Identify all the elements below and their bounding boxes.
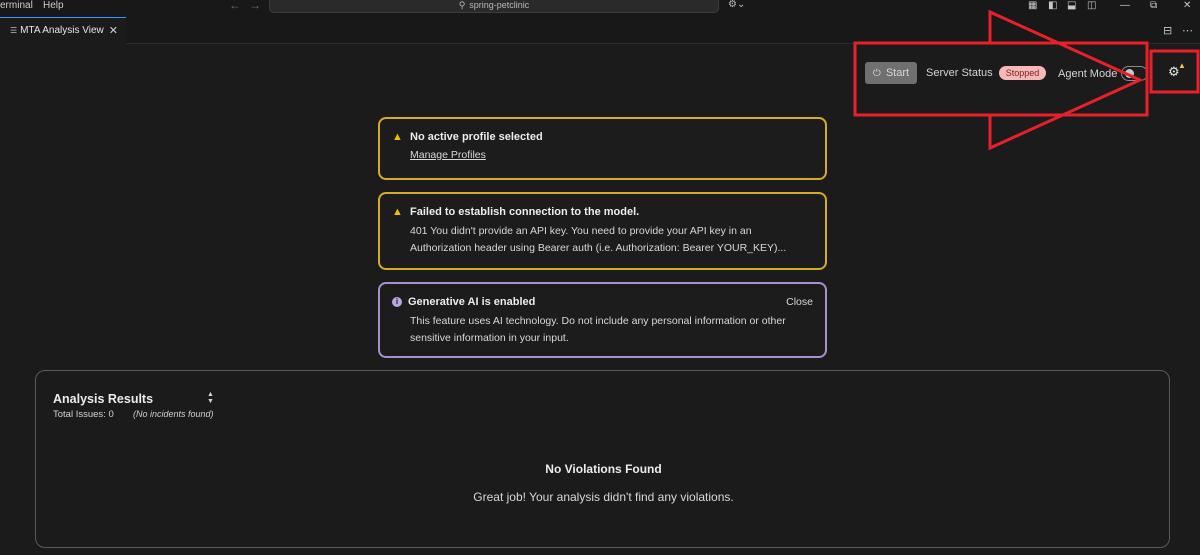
analysis-results-panel: Analysis Results ▲ ▼ Total Issues: 0 (No … bbox=[35, 370, 1170, 548]
alert-body-line: This feature uses AI technology. Do not … bbox=[410, 315, 786, 327]
no-profile-alert: ▲ No active profile selected Manage Prof… bbox=[378, 117, 827, 180]
total-issues: Total Issues: 0 bbox=[53, 409, 114, 420]
status-badge: Stopped bbox=[999, 66, 1046, 80]
tab-label: MTA Analysis View bbox=[20, 25, 104, 36]
info-icon: i bbox=[392, 297, 402, 307]
connection-error-alert: ▲ Failed to establish connection to the … bbox=[378, 192, 827, 270]
customize-layout-icon[interactable]: ▦ bbox=[1028, 0, 1037, 11]
no-incidents-note: (No incidents found) bbox=[133, 409, 214, 419]
toggle-secondary-sidebar-icon[interactable]: ◫ bbox=[1087, 0, 1096, 11]
empty-state-message: Great job! Your analysis didn't find any… bbox=[473, 490, 734, 504]
copilot-icon[interactable]: ⚙⌄ bbox=[728, 0, 745, 10]
minimize-icon[interactable]: — bbox=[1120, 0, 1130, 11]
alert-title: Generative AI is enabled bbox=[408, 296, 536, 308]
restore-icon[interactable]: ⧉ bbox=[1150, 0, 1157, 11]
manage-profiles-link[interactable]: Manage Profiles bbox=[410, 149, 486, 161]
warning-icon: ▲ bbox=[392, 206, 403, 218]
results-title: Analysis Results bbox=[53, 392, 154, 406]
search-text: spring-petclinic bbox=[469, 0, 530, 10]
genai-info-alert: i Generative AI is enabled Close This fe… bbox=[378, 282, 827, 358]
alert-title: Failed to establish connection to the mo… bbox=[410, 206, 640, 218]
settings-button[interactable]: ⚙ ▲ bbox=[1168, 61, 1188, 82]
agent-mode-label: Agent Mode bbox=[1058, 68, 1118, 80]
close-alert-button[interactable]: Close bbox=[786, 296, 813, 308]
forward-arrow-icon[interactable]: → bbox=[249, 0, 261, 12]
toggle-panel-icon[interactable]: ⬓ bbox=[1067, 0, 1076, 11]
sort-icon[interactable]: ▲ ▼ bbox=[207, 391, 214, 405]
split-editor-icon[interactable]: ⊟ bbox=[1163, 24, 1172, 37]
search-icon: ⚲ bbox=[458, 0, 466, 10]
start-server-button[interactable]: ⏻ Start bbox=[865, 62, 917, 84]
start-label: Start bbox=[885, 67, 910, 79]
power-icon: ⏻ bbox=[872, 68, 881, 79]
alert-body-line: Authorization header using Bearer auth (… bbox=[410, 242, 787, 254]
agent-mode-toggle[interactable] bbox=[1121, 66, 1148, 81]
alert-title: No active profile selected bbox=[410, 131, 543, 143]
editor-tab-bar: ☰ MTA Analysis View ✕ ⊟ ⋯ bbox=[0, 14, 1200, 44]
title-bar: erminal Help ← → ⚲ spring-petclinic ⚙⌄ ▦ … bbox=[0, 0, 1200, 14]
menu-help[interactable]: Help bbox=[43, 0, 64, 12]
close-icon[interactable]: ✕ bbox=[109, 18, 118, 44]
server-status-label: Server Status bbox=[926, 67, 993, 79]
menu-terminal[interactable]: erminal bbox=[0, 0, 33, 12]
warning-icon: ▲ bbox=[1178, 61, 1186, 70]
toggle-sidebar-icon[interactable]: ◧ bbox=[1048, 0, 1057, 11]
more-actions-icon[interactable]: ⋯ bbox=[1182, 24, 1193, 37]
tab-mta-analysis-view[interactable]: ☰ MTA Analysis View ✕ bbox=[0, 17, 126, 44]
warning-icon: ▲ bbox=[392, 131, 403, 143]
close-window-icon[interactable]: ✕ bbox=[1183, 0, 1191, 11]
command-center-search[interactable]: ⚲ spring-petclinic bbox=[269, 0, 719, 13]
alert-body-line: 401 You didn't provide an API key. You n… bbox=[410, 225, 752, 237]
empty-state-title: No Violations Found bbox=[545, 462, 662, 476]
toggle-knob bbox=[1125, 69, 1134, 78]
back-arrow-icon[interactable]: ← bbox=[229, 0, 241, 12]
alert-body-line: sensitive information in your input. bbox=[410, 332, 569, 344]
preview-icon: ☰ bbox=[10, 26, 18, 35]
